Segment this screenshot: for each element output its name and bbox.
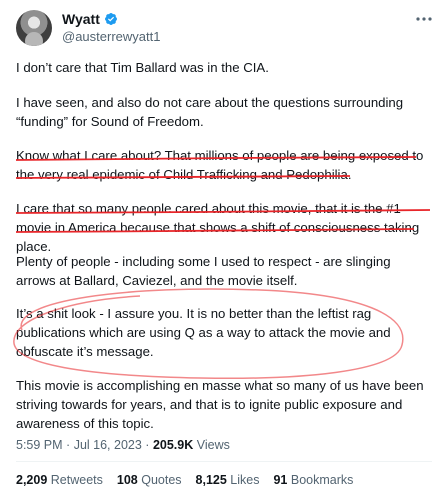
tweet-paragraph: I don’t care that Tim Ballard was in the…	[16, 60, 269, 75]
tweet-paragraph: This movie is accomplishing en masse wha…	[16, 378, 424, 431]
verified-badge-icon	[104, 13, 117, 25]
tweet-time[interactable]: 5:59 PM	[16, 438, 63, 452]
quotes-count: 108	[116, 473, 138, 487]
more-options-icon[interactable]	[414, 14, 434, 24]
tweet-paragraph: I have seen, and also do not care about …	[16, 95, 404, 129]
author-name[interactable]: Wyatt	[62, 11, 100, 27]
tweet-paragraph: Know what I care about? That millions of…	[16, 148, 424, 182]
retweets-label: Retweets	[50, 473, 103, 487]
retweets-count: 2,209	[16, 473, 48, 487]
quotes-label: Quotes	[141, 473, 182, 487]
avatar[interactable]	[16, 10, 52, 46]
engagement-stats: 2,209 Retweets 108 Quotes 8,125 Likes 91…	[16, 473, 353, 487]
views-label: Views	[196, 438, 230, 452]
author-name-line: Wyatt	[62, 11, 118, 27]
retweets-stat[interactable]: 2,209 Retweets	[16, 473, 103, 487]
views-count: 205.9K	[152, 438, 194, 452]
meta-separator: ·	[66, 438, 71, 452]
bookmarks-count: 91	[273, 473, 288, 487]
likes-stat[interactable]: 8,125 Likes	[196, 473, 260, 487]
tweet-paragraph: It’s a shit look - I assure you. It is n…	[16, 306, 391, 359]
meta-separator: ·	[145, 438, 150, 452]
likes-label: Likes	[230, 473, 260, 487]
divider	[16, 461, 432, 462]
tweet-paragraph: I care that so many people cared about t…	[16, 201, 420, 254]
tweet-paragraph: Plenty of people - including some I used…	[16, 254, 391, 288]
bookmarks-label: Bookmarks	[290, 473, 354, 487]
tweet-header: Wyatt @austerrewyatt1	[16, 10, 436, 46]
likes-count: 8,125	[195, 473, 227, 487]
tweet-date[interactable]: Jul 16, 2023	[74, 438, 142, 452]
author-handle[interactable]: @austerrewyatt1	[62, 29, 160, 44]
tweet-meta: 5:59 PM · Jul 16, 2023 · 205.9K Views	[16, 438, 230, 452]
bookmarks-stat[interactable]: 91 Bookmarks	[273, 473, 353, 487]
quotes-stat[interactable]: 108 Quotes	[117, 473, 182, 487]
